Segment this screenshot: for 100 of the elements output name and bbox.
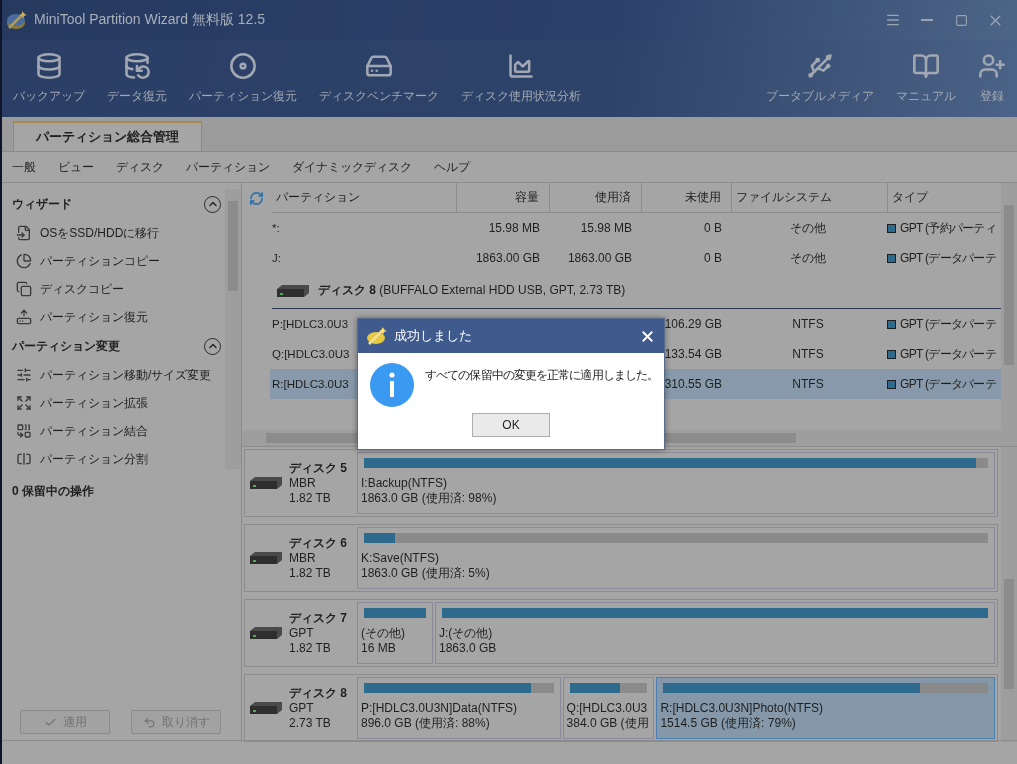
toolbar-button[interactable]: ディスク使用状況分析 [450, 40, 592, 105]
table-cell: 106.29 GB [664, 317, 722, 331]
database-restore-icon [123, 52, 151, 80]
app-logo-icon [366, 326, 388, 346]
expand-icon [16, 395, 32, 411]
refresh-icon[interactable] [249, 190, 264, 206]
table-cell: GPT (データパーテ [900, 249, 997, 267]
partition-block[interactable]: R:[HDLC3.0U3N]Photo(NTFS) 1514.5 GB (使用済: 79%) [656, 677, 995, 739]
column-header[interactable]: パーティション [272, 183, 457, 213]
sidebar-item[interactable]: パーティション拡張 [12, 389, 225, 417]
dialog-message: すべての保留中の変更を正常に適用しました。 [425, 367, 659, 384]
toolbar-button[interactable]: パーティション復元 [178, 40, 308, 105]
split-icon [16, 451, 32, 467]
partition-block[interactable]: Q:[HDLC3.0U3 384.0 GB (使用 [562, 677, 655, 739]
menu-item[interactable]: ビュー [58, 158, 94, 176]
partition-block[interactable]: (その他) 16 MB [357, 602, 433, 664]
table-cell-text: *: [271, 222, 280, 234]
menu-item[interactable]: ディスク [116, 158, 164, 176]
partition-size: 16 MB [361, 641, 397, 656]
column-header[interactable]: 容量 [457, 183, 550, 213]
partition-block[interactable]: I:Backup(NTFS) 1863.0 GB (使用済: 98%) [357, 452, 995, 514]
database-icon [35, 52, 63, 80]
tab[interactable]: パーティション総合管理 [13, 121, 202, 151]
table-cell-text: J: [271, 252, 281, 264]
disk-card[interactable]: ディスク 7 GPT 1.82 TB (その他) 16 MB J:(その他) 1863.0 GB [244, 599, 998, 667]
type-square-icon [887, 349, 896, 359]
partition-label: (その他) [361, 626, 406, 641]
menu-item[interactable]: ヘルプ [434, 158, 470, 176]
partition-size: 1863.0 GB (使用済: 5%) [361, 566, 491, 581]
sidebar-item[interactable]: パーティションコピー [12, 247, 225, 275]
table-cell: 1863.00 GB [475, 251, 540, 265]
table-cell-text: Q:[HDLC3.0U3 [271, 348, 350, 360]
usb-icon [806, 52, 834, 80]
disk-card[interactable]: ディスク 8 GPT 2.73 TB P:[HDLC3.0U3N]Data(NTFS) 896.0 GB (使用済: 88%) Q:[HDLC3.0U3 384.0 GB (使用 R:[HDLC3.0U3N]Photo(NTFS) 1514.5 GB (使用済: 79%) [244, 674, 998, 742]
type-square-icon [887, 253, 896, 263]
section-title: パーティション変更 [12, 337, 120, 355]
partition-label: J:(その他) [439, 626, 494, 641]
partition-size: 1863.0 GB (使用済: 98%) [361, 491, 498, 506]
partition-label: R:[HDLC3.0U3N]Photo(NTFS) [660, 701, 825, 716]
type-square-icon [887, 319, 896, 329]
table-cell: 310.55 GB [664, 377, 722, 391]
file-import-icon [16, 225, 32, 241]
partition-size: 896.0 GB (使用済: 88%) [361, 716, 491, 731]
toolbar-button[interactable]: データ復元 [96, 40, 178, 105]
menu-item[interactable]: 一般 [12, 158, 36, 176]
sidebar-item[interactable]: パーティション分割 [12, 445, 225, 473]
column-header[interactable]: ファイルシステム [732, 183, 888, 213]
sliders-icon [16, 367, 32, 383]
toolbar-button[interactable]: バックアップ [2, 40, 96, 105]
partition-block[interactable]: K:Save(NTFS) 1863.0 GB (使用済: 5%) [357, 527, 995, 589]
column-header[interactable]: 未使用 [642, 183, 732, 213]
info-icon [370, 363, 414, 407]
partition-block[interactable]: P:[HDLC3.0U3N]Data(NTFS) 896.0 GB (使用済: 88%) [357, 677, 561, 739]
table-cell: 0 B [704, 221, 722, 235]
drive-upload-icon [16, 309, 32, 325]
partition-label: I:Backup(NTFS) [361, 476, 448, 491]
sidebar-item[interactable]: パーティション復元 [12, 303, 225, 331]
table-cell: NTFS [792, 317, 824, 331]
type-square-icon [887, 379, 896, 389]
scrollbar[interactable] [1001, 447, 1017, 742]
toolbar-button[interactable]: ディスクベンチマーク [308, 40, 450, 105]
hard-drive-icon [249, 476, 283, 490]
ok-button[interactable]: OK [472, 413, 550, 437]
partition-size: 1514.5 GB (使用済: 79%) [660, 716, 797, 731]
hard-drive-icon [276, 283, 310, 298]
menu-icon [885, 12, 901, 28]
scrollbar[interactable] [1001, 183, 1017, 446]
sidebar-item[interactable]: パーティション結合 [12, 417, 225, 445]
disk-info: ディスク 5 MBR 1.82 TB [289, 460, 347, 506]
pending-operations: 0 保留中の操作 [11, 483, 95, 500]
table-cell: 1863.00 GB [567, 251, 632, 265]
partition-label: P:[HDLC3.0U3N]Data(NTFS) [361, 701, 519, 716]
menu-item[interactable]: パーティション [186, 158, 270, 176]
menu-item[interactable]: ダイナミックディスク [292, 158, 412, 176]
sidebar-item[interactable]: パーティション移動/サイズ変更 [12, 361, 225, 389]
disk-card[interactable]: ディスク 5 MBR 1.82 TB I:Backup(NTFS) 1863.0 GB (使用済: 98%) [244, 449, 998, 517]
scrollbar[interactable] [225, 189, 241, 469]
disk-card[interactable]: ディスク 6 MBR 1.82 TB K:Save(NTFS) 1863.0 GB (使用済: 5%) [244, 524, 998, 592]
table-cell: GPT (データパーテ [900, 345, 997, 363]
table-cell: その他 [790, 219, 826, 237]
partition-label: Q:[HDLC3.0U3 [566, 701, 649, 716]
hard-drive-icon [249, 701, 283, 715]
section-title: ウィザード [12, 195, 72, 213]
toolbar-button[interactable]: ブータブルメディア [755, 40, 885, 105]
partition-size: 1863.0 GB [439, 641, 498, 656]
sidebar-item[interactable]: ディスクコピー [12, 275, 225, 303]
app-logo-icon [6, 10, 28, 30]
type-square-icon [887, 223, 896, 233]
table-cell: NTFS [792, 347, 824, 361]
partition-size: 384.0 GB (使用 [566, 716, 650, 731]
table-cell: GPT (予約パーティ [900, 219, 997, 237]
disk-info: ディスク 7 GPT 1.82 TB [289, 610, 347, 656]
partition-block[interactable]: J:(その他) 1863.0 GB [435, 602, 995, 664]
user-add-icon [978, 52, 1006, 80]
sidebar-item[interactable]: OSをSSD/HDDに移行 [12, 219, 225, 247]
column-header[interactable]: 使用済 [550, 183, 642, 213]
area-chart-icon [507, 52, 535, 80]
table-cell: その他 [790, 249, 826, 267]
hard-drive-icon [249, 551, 283, 565]
table-cell: 133.54 GB [664, 347, 722, 361]
